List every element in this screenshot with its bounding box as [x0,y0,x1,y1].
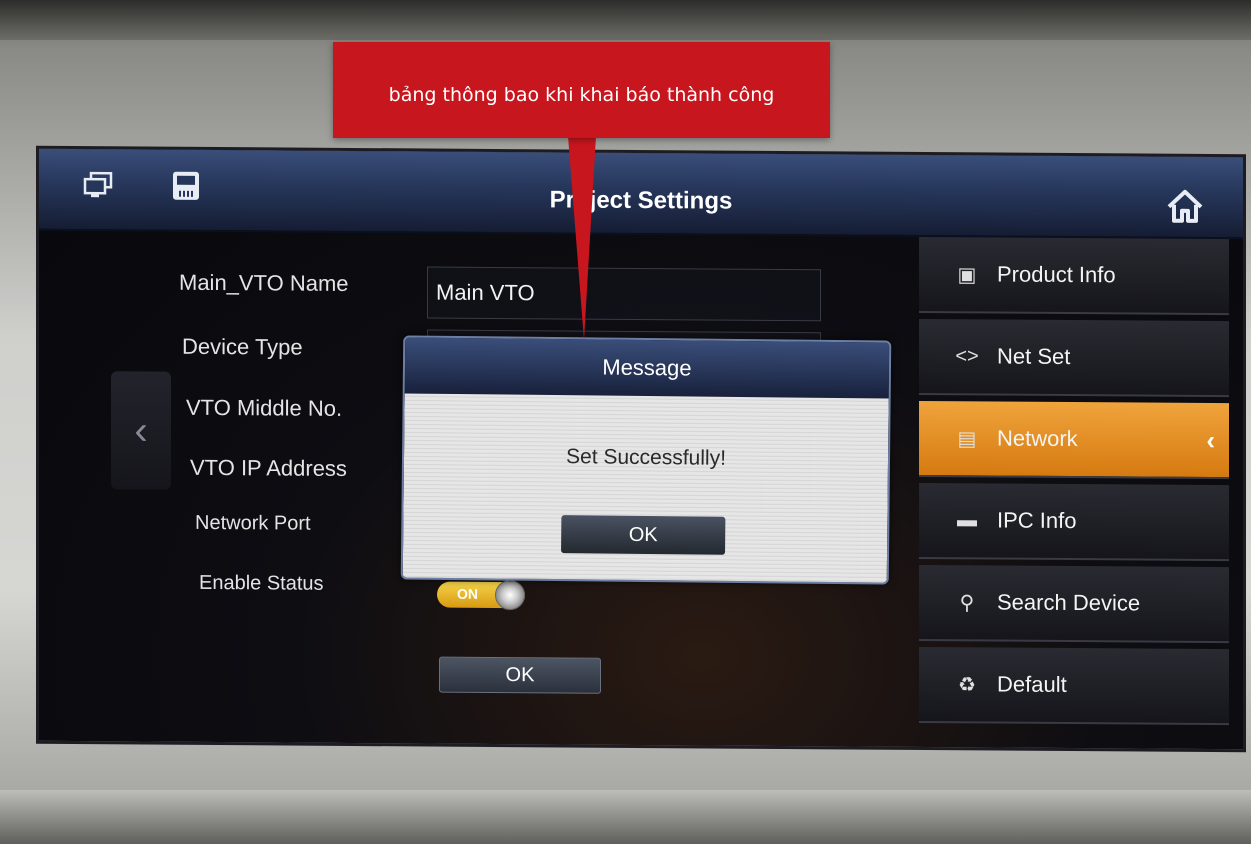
menu-item-label: Default [997,671,1067,697]
form-ok-button[interactable]: OK [439,656,601,694]
dialog-ok-button[interactable]: OK [561,515,726,555]
menu-item-label: Net Set [997,343,1071,369]
menu-item-net-set[interactable]: <> Net Set [919,318,1229,398]
recycle-icon: ♻ [958,673,976,696]
network-port-label: Network Port [195,511,311,535]
menu-item-label: Search Device [997,589,1141,616]
toggle-state-label: ON [457,585,478,602]
network-icon: ▤ [957,427,977,450]
settings-menu: ▣ Product Info <> Net Set ▤ Network ‹ ▬ … [919,236,1246,752]
device-bezel-bottom [0,790,1251,844]
menu-item-search-device[interactable]: ⚲ Search Device [919,564,1229,644]
previous-page-button[interactable]: ‹ [111,371,171,490]
device-type-label: Device Type [182,333,303,360]
vto-ip-address-label: VTO IP Address [190,454,347,481]
dialog-message: Set Successfully! [565,445,727,470]
page-title: Project Settings [549,186,733,215]
menu-item-default[interactable]: ♻ Default [919,646,1229,726]
main-vto-name-label: Main_VTO Name [179,269,349,296]
main-vto-name-input[interactable]: Main VTO [427,266,821,322]
menu-item-label: Network [997,425,1078,452]
top-bar: Project Settings [39,148,1243,240]
message-dialog: Message Set Successfully! OK [400,335,892,585]
home-icon[interactable] [1165,187,1205,225]
enable-status-toggle[interactable]: ON [437,579,525,611]
menu-item-label: IPC Info [997,507,1077,534]
enable-status-label: Enable Status [199,571,324,595]
chevron-left-icon: ‹ [1206,424,1215,456]
code-arrows-icon: <> [955,344,979,367]
vto-middle-no-label: VTO Middle No. [186,394,343,421]
monitor-icon: ▣ [957,263,977,286]
menu-item-network[interactable]: ▤ Network ‹ [919,400,1229,480]
dialog-body: Set Successfully! OK [402,393,889,585]
search-device-icon: ⚲ [959,591,975,614]
menu-item-product-info[interactable]: ▣ Product Info [919,236,1229,316]
annotation-callout: bảng thông bao khi khai báo thành công [333,42,830,138]
menu-item-label: Product Info [997,261,1116,288]
camera-icon: ▬ [957,508,977,531]
device-bezel-top [0,0,1251,40]
menu-item-ipc-info[interactable]: ▬ IPC Info [919,482,1229,562]
toggle-knob [495,579,525,611]
dialog-title: Message [404,337,890,399]
